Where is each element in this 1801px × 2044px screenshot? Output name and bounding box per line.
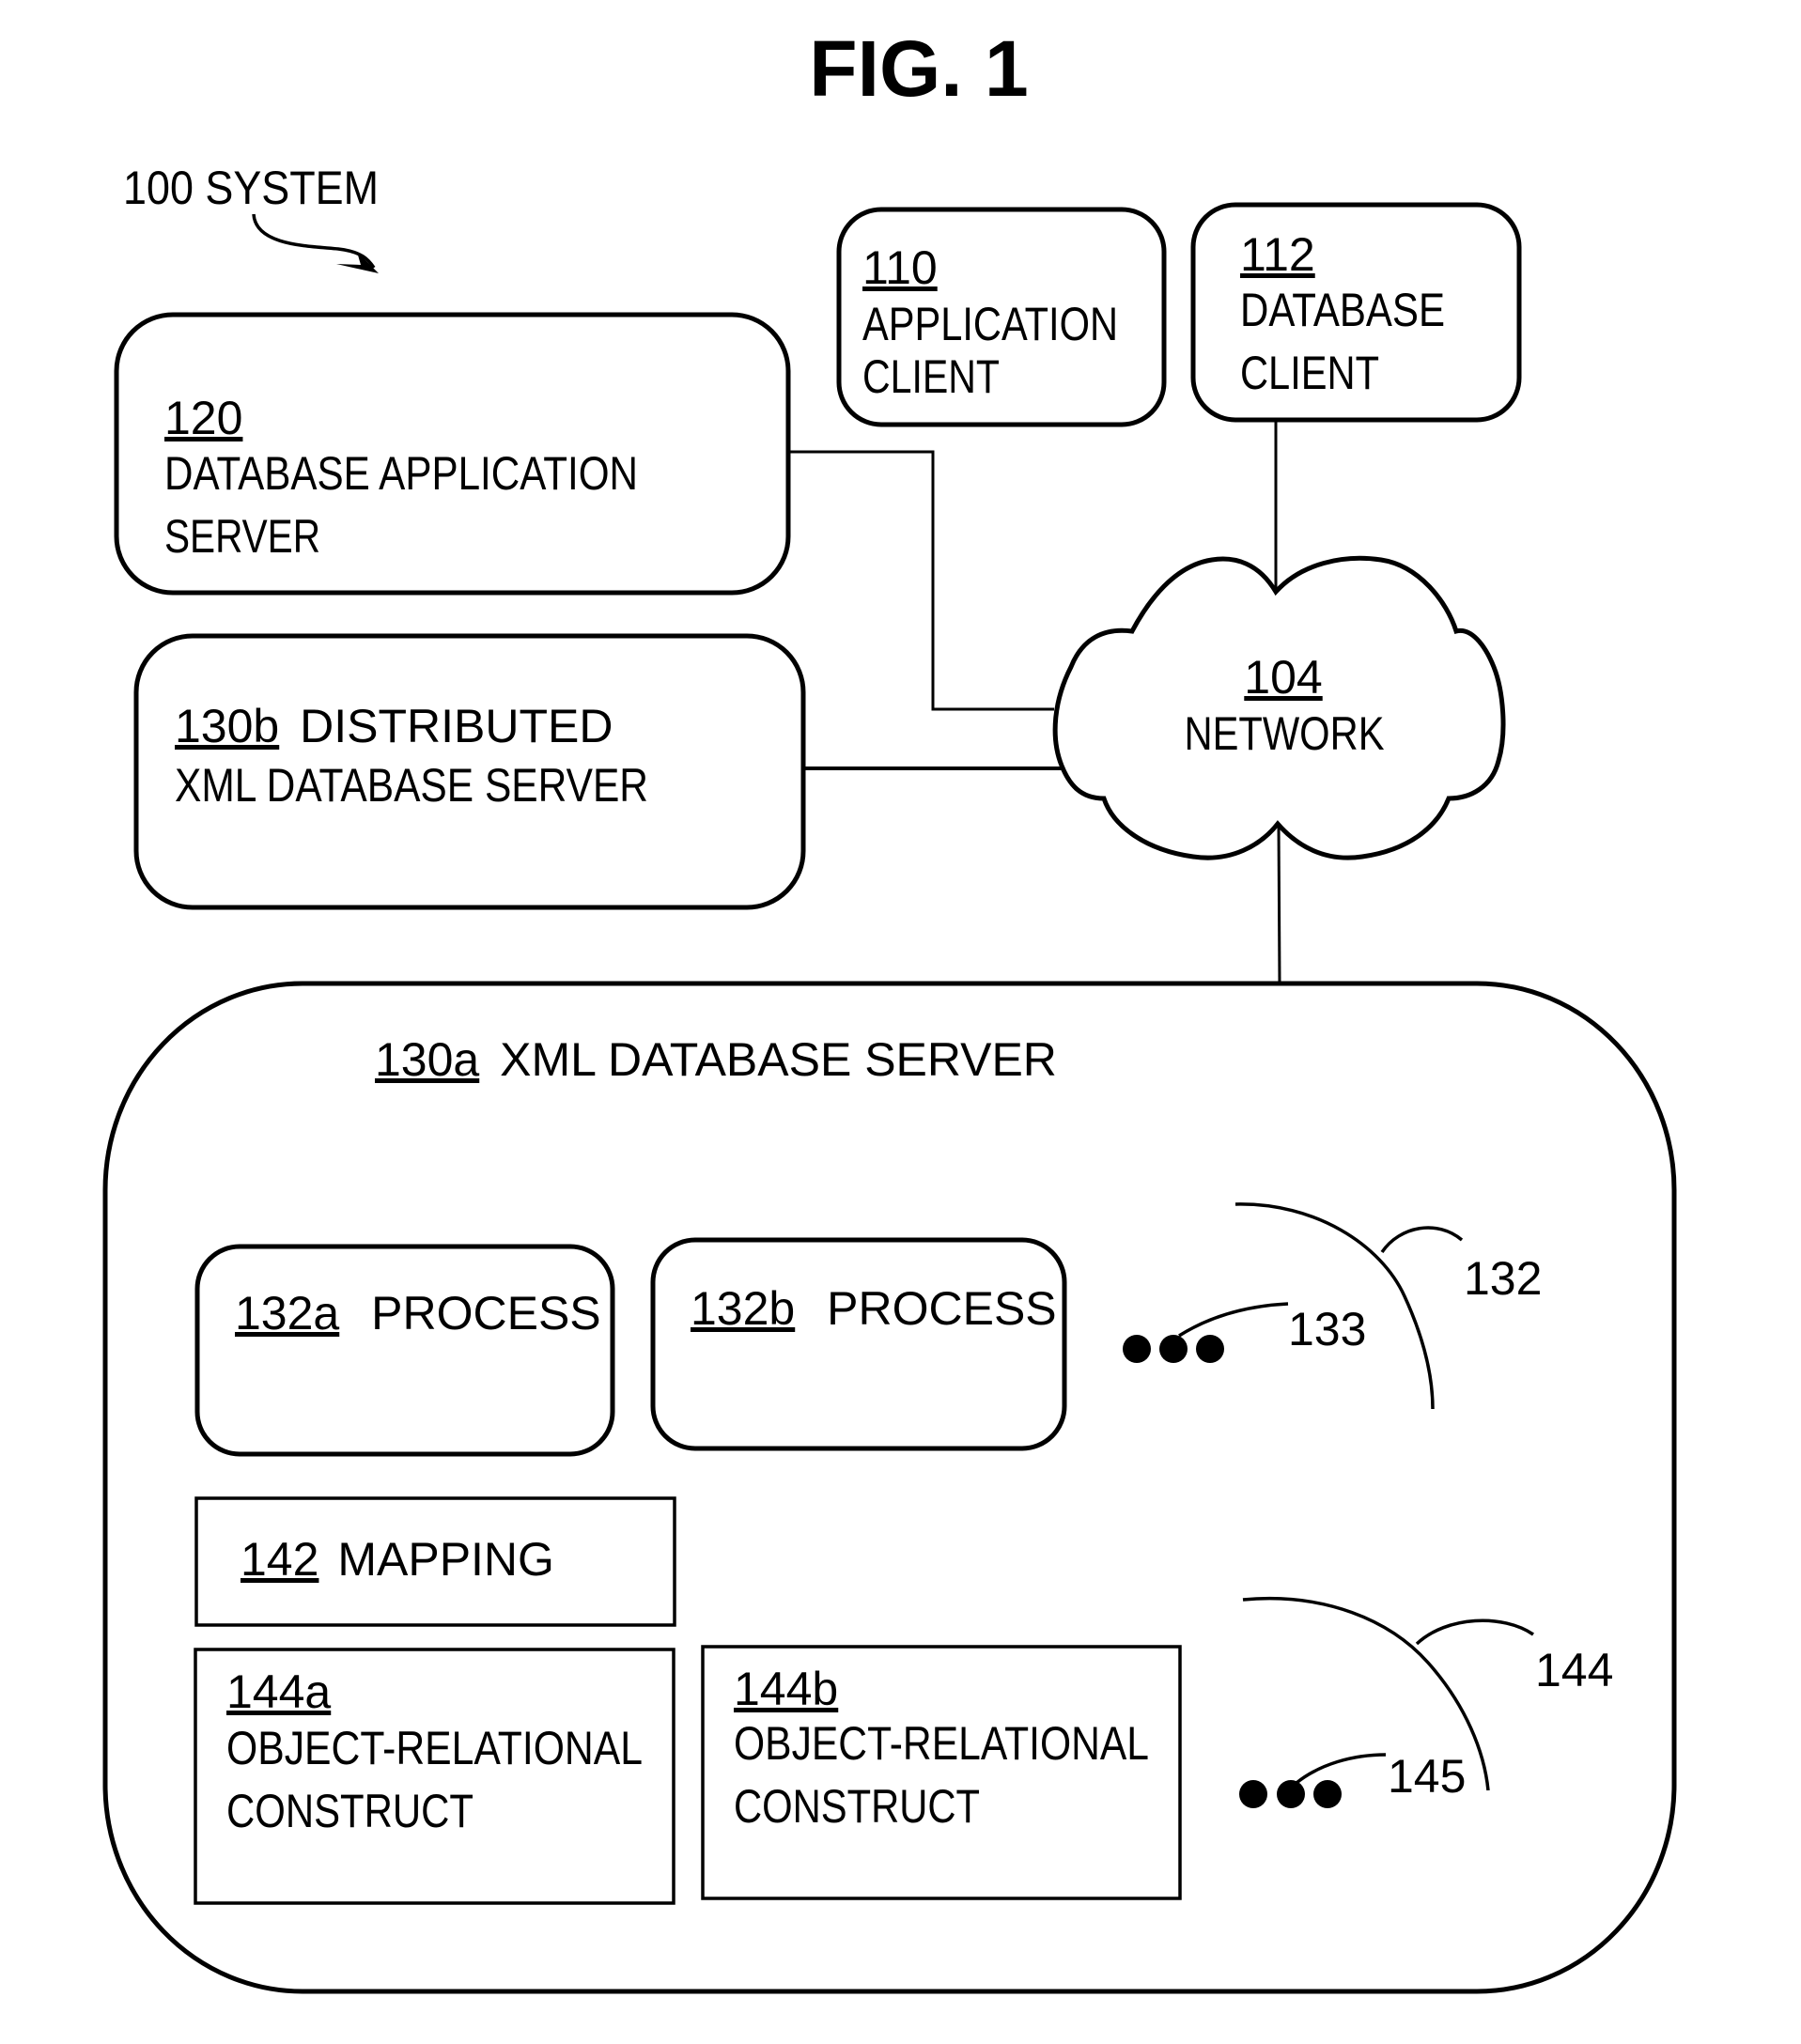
database-application-server-ref: 120 — [164, 392, 242, 444]
construct-node-144a[interactable]: 144a OBJECT-RELATIONAL CONSTRUCT — [194, 1648, 675, 1905]
xml-database-server-ref: 130a — [375, 1033, 479, 1086]
distributed-xml-database-server-ref: 130b — [175, 700, 279, 752]
database-application-server-node[interactable]: 120 DATABASE APPLICATION SERVER — [114, 312, 791, 596]
process-132a-label: PROCESS — [371, 1287, 601, 1339]
process-group-ref: 132 — [1464, 1252, 1542, 1305]
distributed-xml-database-server-label-line2: XML DATABASE SERVER — [175, 759, 648, 812]
xml-database-server-title-text: 130a XML DATABASE SERVER — [375, 1033, 1057, 1086]
xml-database-server-node[interactable]: 130a XML DATABASE SERVER 132a PROCESS 13… — [102, 981, 1677, 1994]
network-node[interactable]: 104 NETWORK — [1052, 555, 1506, 860]
distributed-xml-database-server-line1-text: 130b DISTRIBUTED — [175, 700, 613, 752]
process-ellipsis-icon — [1123, 1335, 1224, 1363]
figure-title: FIG. 1 — [809, 24, 1028, 113]
application-client-label-line2: CLIENT — [862, 350, 1000, 403]
network-label: NETWORK — [1185, 707, 1385, 760]
mapping-label: MAPPING — [337, 1533, 554, 1586]
application-client-node[interactable]: 110 APPLICATION CLIENT — [836, 207, 1167, 427]
system-label: 100 SYSTEM — [123, 162, 379, 214]
mapping-text: 142 MAPPING — [241, 1533, 554, 1586]
database-client-node[interactable]: 112 DATABASE CLIENT — [1190, 202, 1522, 423]
connector-network-to-130a — [1277, 823, 1281, 984]
process-132a-ref: 132a — [235, 1287, 339, 1339]
system-arrow-icon — [252, 213, 379, 273]
process-node-132a[interactable]: 132a PROCESS — [194, 1244, 615, 1457]
mapping-ref: 142 — [241, 1533, 318, 1586]
construct-144a-ref: 144a — [226, 1665, 331, 1718]
process-132a-text: 132a PROCESS — [235, 1287, 601, 1339]
mapping-node[interactable]: 142 MAPPING — [194, 1496, 676, 1627]
construct-144a-label-line1: OBJECT-RELATIONAL — [226, 1722, 643, 1774]
construct-144b-ref: 144b — [734, 1663, 838, 1715]
distributed-xml-database-server-label-line1: DISTRIBUTED — [300, 700, 613, 752]
database-client-label-line1: DATABASE — [1240, 284, 1445, 336]
construct-144a-label-line2: CONSTRUCT — [226, 1785, 474, 1837]
construct-144b-label-line1: OBJECT-RELATIONAL — [734, 1717, 1149, 1770]
process-ellipsis-ref: 133 — [1288, 1303, 1366, 1355]
network-ref: 104 — [1244, 651, 1322, 704]
process-132b-ref: 132b — [691, 1282, 795, 1335]
database-client-ref: 112 — [1240, 228, 1315, 281]
process-node-132b[interactable]: 132b PROCESS — [650, 1237, 1067, 1451]
xml-database-server-label: XML DATABASE SERVER — [500, 1033, 1057, 1086]
database-application-server-label-line2: SERVER — [164, 510, 320, 563]
database-client-label-line2: CLIENT — [1240, 347, 1379, 399]
construct-group-ref: 144 — [1535, 1644, 1613, 1696]
patent-figure: FIG. 1 100 SYSTEM 110 APPLICATION CLIENT… — [102, 24, 1677, 1994]
construct-144b-label-line2: CONSTRUCT — [734, 1780, 980, 1833]
construct-ellipsis-icon — [1239, 1780, 1342, 1808]
application-client-ref: 110 — [862, 241, 938, 294]
process-132b-label: PROCESS — [827, 1282, 1057, 1335]
construct-node-144b[interactable]: 144b OBJECT-RELATIONAL CONSTRUCT — [701, 1645, 1182, 1900]
process-132b-text: 132b PROCESS — [691, 1282, 1057, 1335]
connector-120-to-network — [788, 450, 1054, 711]
construct-ellipsis-ref: 145 — [1388, 1750, 1466, 1803]
application-client-label-line1: APPLICATION — [862, 298, 1118, 350]
distributed-xml-database-server-node[interactable]: 130b DISTRIBUTED XML DATABASE SERVER — [133, 633, 806, 910]
database-application-server-label-line1: DATABASE APPLICATION — [164, 447, 638, 500]
